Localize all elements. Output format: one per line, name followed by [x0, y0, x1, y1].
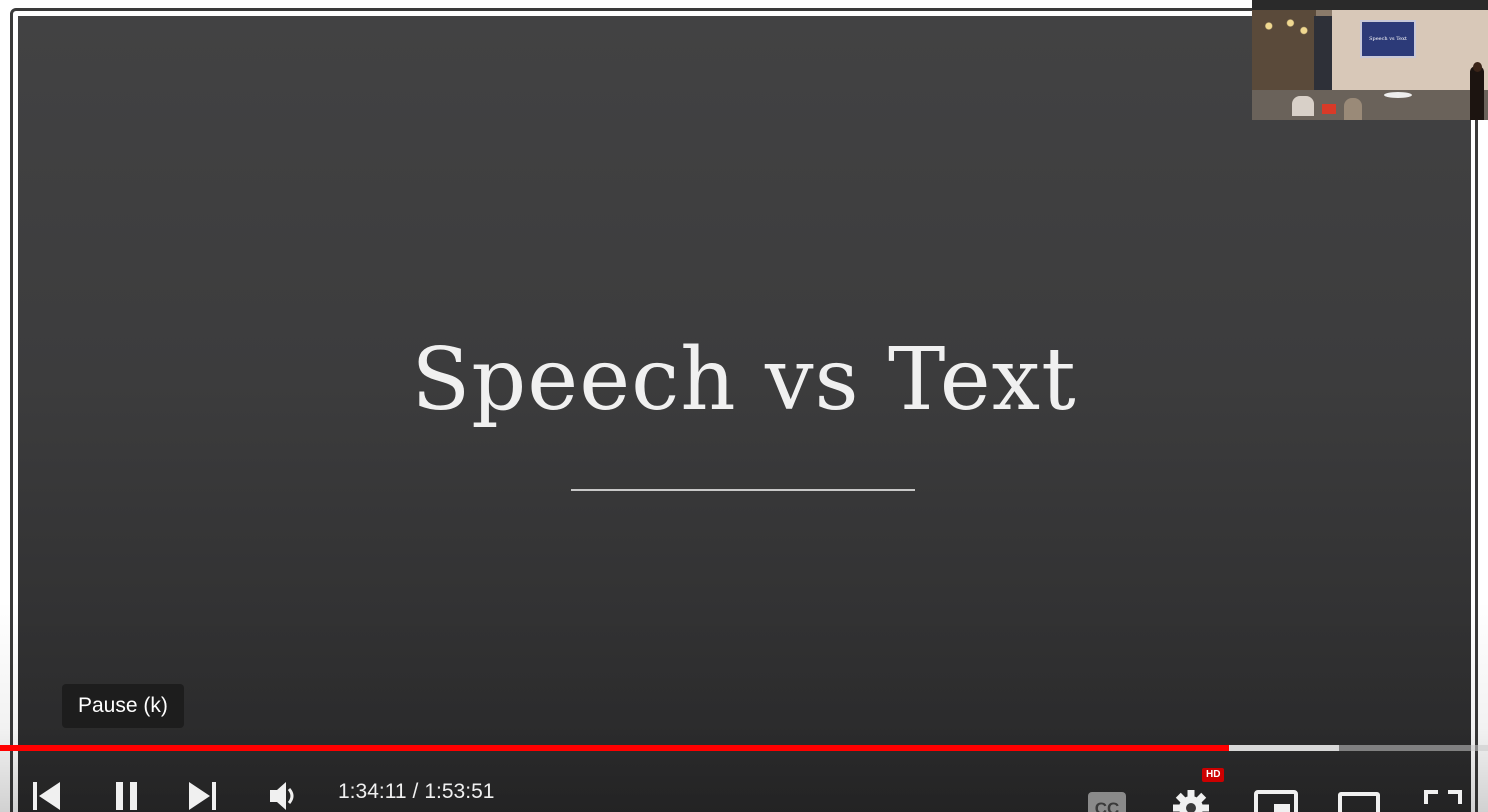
theater-mode-button[interactable] — [1336, 772, 1382, 812]
svg-text:CC: CC — [1095, 799, 1120, 812]
next-button[interactable] — [186, 772, 220, 812]
duration: 1:53:51 — [424, 780, 495, 803]
pause-button[interactable] — [110, 772, 144, 812]
mute-button[interactable] — [266, 772, 300, 812]
pause-tooltip: Pause (k) — [62, 684, 184, 728]
progress-bar[interactable] — [0, 745, 1488, 751]
captions-button[interactable]: CC — [1086, 772, 1128, 812]
skip-previous-icon — [33, 782, 60, 810]
pip-ceiling — [1252, 0, 1488, 10]
pip-table — [1384, 92, 1412, 98]
pip-audience-member — [1322, 104, 1336, 114]
previous-button[interactable] — [30, 772, 64, 812]
skip-next-icon — [189, 782, 216, 810]
volume-icon — [270, 782, 294, 810]
progress-played — [0, 745, 1230, 751]
captions-icon: CC — [1088, 792, 1126, 812]
slide-title: Speech vs Text — [411, 330, 1077, 430]
theater-mode-icon — [1338, 792, 1380, 812]
pip-speaker-head — [1473, 62, 1482, 72]
pip-speaker — [1470, 66, 1484, 120]
time-display: 1:34:11/1:53:51 — [338, 780, 494, 804]
pip-projector-screen: Speech vs Text — [1360, 20, 1416, 58]
fullscreen-icon — [1424, 790, 1462, 804]
pause-icon — [116, 782, 137, 810]
time-separator: / — [412, 780, 419, 803]
slide-divider — [571, 489, 915, 491]
pip-audience-member — [1292, 96, 1314, 116]
pip-audience-member — [1344, 98, 1362, 120]
current-time: 1:34:11 — [338, 780, 407, 803]
pip-screen-text: Speech vs Text — [1369, 36, 1407, 42]
speaker-camera-inset: Speech vs Text — [1252, 0, 1488, 120]
miniplayer-button[interactable] — [1254, 772, 1300, 812]
miniplayer-icon — [1254, 790, 1298, 812]
player-controls: 1:34:11/1:53:51 CC HD — [0, 758, 1488, 812]
pip-panel — [1314, 16, 1332, 96]
pip-floor — [1252, 90, 1488, 120]
hd-badge: HD — [1202, 768, 1225, 782]
pip-lights — [1258, 14, 1312, 44]
fullscreen-button[interactable] — [1422, 772, 1464, 812]
video-player[interactable]: Speech vs Text Speech vs Text Pause (k) — [0, 0, 1488, 812]
